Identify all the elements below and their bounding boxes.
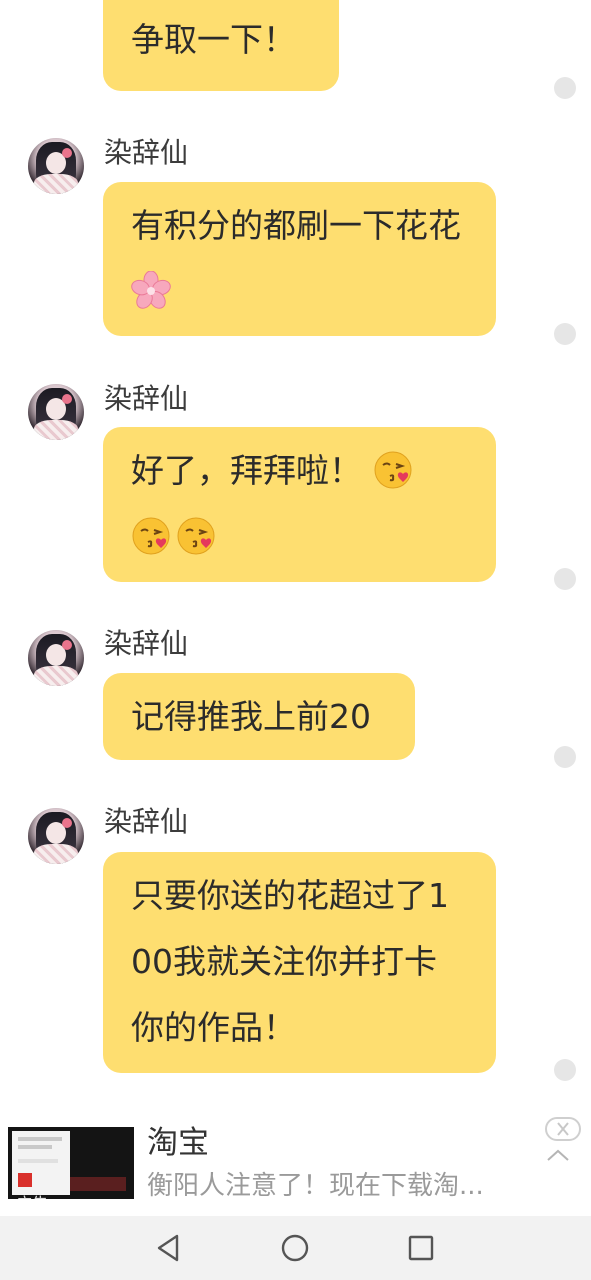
message-text: 记得推我上前20 — [131, 697, 371, 736]
ad-title[interactable]: 淘宝 — [147, 1123, 209, 1163]
message-bubble[interactable]: 记得推我上前20 — [103, 673, 415, 760]
message-bubble[interactable]: 只要你送的花超过了100我就关注你并打卡你的作品！ — [103, 852, 496, 1073]
avatar[interactable] — [28, 808, 84, 864]
ad-description[interactable]: 衡阳人注意了！现在下载淘... — [147, 1168, 522, 1204]
avatar[interactable] — [28, 138, 84, 194]
collapse-icon[interactable] — [546, 1147, 570, 1163]
message-status-dot — [554, 323, 576, 345]
sender-name: 染辞仙 — [104, 136, 189, 169]
message-status-dot — [554, 77, 576, 99]
kissing-face-with-heart-icon — [177, 517, 215, 555]
system-navigation-bar — [0, 1216, 591, 1280]
sender-name: 染辞仙 — [104, 627, 189, 660]
message-text: 只要你送的花超过了100我就关注你并打卡你的作品！ — [131, 876, 449, 1047]
home-icon[interactable] — [277, 1230, 313, 1266]
cherry-blossom-icon — [131, 271, 171, 309]
ad-label: 广告 — [16, 1195, 48, 1200]
recents-icon[interactable] — [403, 1230, 439, 1266]
kissing-face-with-heart-icon — [132, 517, 170, 555]
sender-name: 染辞仙 — [104, 805, 189, 838]
message-bubble[interactable]: 争取一下！ — [103, 0, 339, 91]
message-text: 有积分的都刷一下花花 — [131, 206, 461, 245]
ad-thumbnail[interactable]: 广告 — [8, 1127, 134, 1199]
message-bubble[interactable]: 有积分的都刷一下花花 — [103, 182, 496, 336]
message-bubble[interactable]: 好了，拜拜啦！ — [103, 427, 496, 582]
avatar[interactable] — [28, 630, 84, 686]
message-status-dot — [554, 568, 576, 590]
kissing-face-with-heart-icon — [374, 451, 411, 489]
message-text: 争取一下！ — [131, 20, 296, 59]
sender-name: 染辞仙 — [104, 382, 189, 415]
ad-banner[interactable]: 广告 淘宝 衡阳人注意了！现在下载淘... — [0, 1115, 591, 1215]
back-icon[interactable] — [151, 1230, 187, 1266]
close-icon[interactable] — [545, 1117, 581, 1141]
message-status-dot — [554, 1059, 576, 1081]
message-status-dot — [554, 746, 576, 768]
message-text: 好了，拜拜啦！ — [131, 451, 362, 490]
chat-screen: 争取一下！ 染辞仙 有积分的都刷一下花花 染辞仙 好了，拜拜啦！ 染辞仙 记得推… — [0, 0, 591, 1280]
avatar[interactable] — [28, 384, 84, 440]
